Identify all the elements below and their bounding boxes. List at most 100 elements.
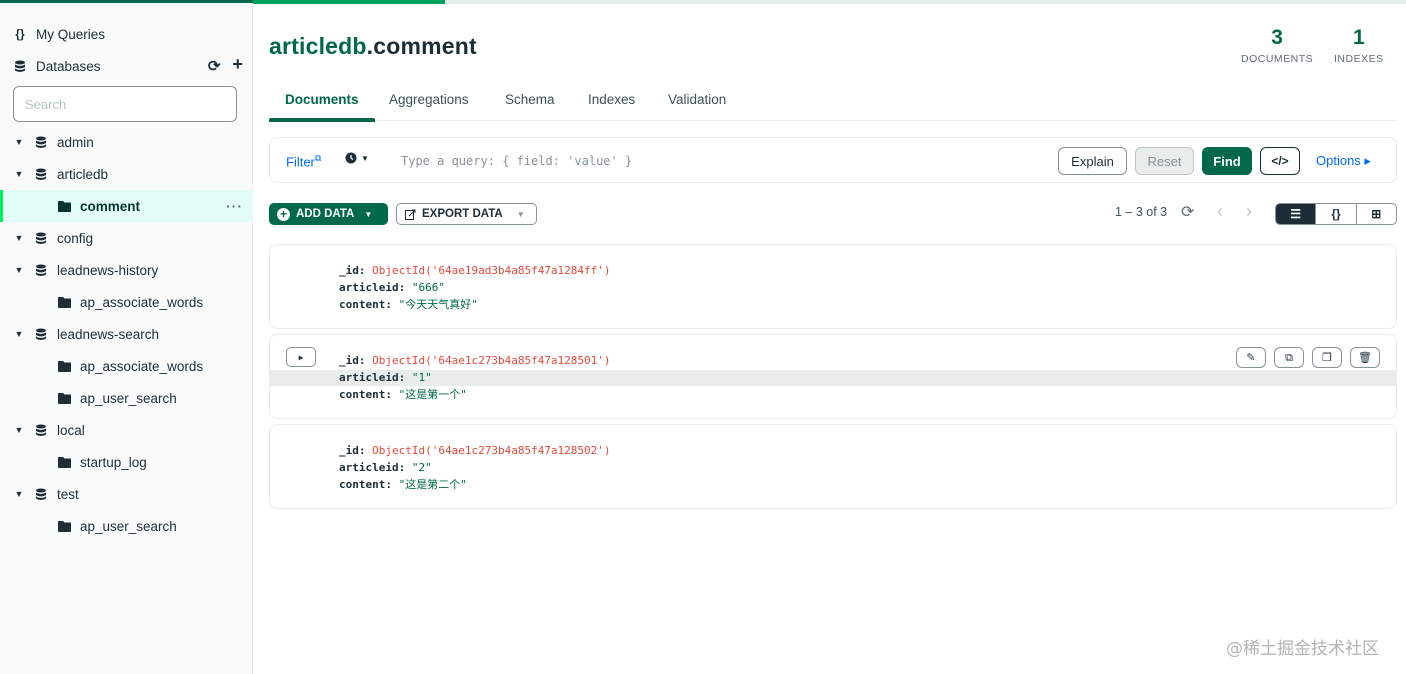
caret-down-icon[interactable]: ▼ (13, 489, 25, 499)
json-view-icon[interactable]: {} (1315, 204, 1355, 224)
documents-stat: 3 DOCUMENTS (1241, 26, 1313, 65)
document-card[interactable]: ▶ _id: ObjectId('64ae1c273b4a85f47a12850… (269, 334, 1397, 419)
tab-validation[interactable]: Validation (668, 84, 726, 121)
document-card[interactable]: _id: ObjectId('64ae1c273b4a85f47a128502'… (269, 424, 1397, 509)
table-view-icon[interactable]: ⊞ (1355, 204, 1396, 224)
caret-down-icon[interactable]: ▼ (13, 169, 25, 179)
database-icon (34, 328, 48, 341)
add-data-label: ADD DATA (296, 208, 355, 220)
documents-count: 3 (1271, 26, 1283, 49)
doc-field-id: _id: ObjectId('64ae19ad3b4a85f47a1284ff'… (339, 264, 611, 277)
doc-field-articleid: articleid: "666" (339, 281, 445, 294)
indexes-label: INDEXES (1334, 53, 1384, 65)
sidebar-collection-ap-user-search[interactable]: ap_user_search (0, 382, 253, 414)
caret-down-icon[interactable]: ▼ (13, 329, 25, 339)
databases-item[interactable]: Databases ⟳ + (0, 50, 253, 82)
code-icon[interactable]: </> (1260, 147, 1300, 175)
reset-button[interactable]: Reset (1135, 147, 1194, 175)
database-icon (34, 488, 48, 501)
query-bar: Filter⧉ ▼ Explain Reset Find </> Options… (269, 137, 1397, 183)
sidebar-db-local[interactable]: ▼ local (0, 414, 253, 446)
indexes-stat: 1 INDEXES (1334, 26, 1384, 65)
caret-down-icon[interactable]: ▼ (13, 425, 25, 435)
export-icon (405, 209, 416, 220)
sidebar-search-input[interactable] (13, 86, 237, 122)
refresh-databases-icon[interactable]: ⟳ (208, 57, 221, 75)
sidebar-db-label: config (57, 230, 94, 246)
external-link-icon: ⧉ (314, 153, 322, 163)
tab-indexes[interactable]: Indexes (588, 84, 635, 121)
caret-down-icon[interactable]: ▼ (13, 233, 25, 243)
tab-schema[interactable]: Schema (505, 84, 555, 121)
sidebar-collection-ap-associate-words[interactable]: ap_associate_words (0, 350, 253, 382)
sidebar-db-config[interactable]: ▼ config (0, 222, 253, 254)
caret-down-icon[interactable]: ▼ (13, 265, 25, 275)
sidebar-db-label: test (57, 486, 79, 502)
next-page-icon[interactable]: › (1246, 201, 1252, 222)
sidebar-db-admin[interactable]: ▼ admin (0, 126, 253, 158)
watermark: @稀土掘金技术社区 (1226, 639, 1379, 659)
braces-icon: {} (15, 27, 25, 41)
sidebar-db-label: leadnews-search (57, 326, 160, 342)
caret-down-icon[interactable]: ▼ (13, 137, 25, 147)
folder-icon (57, 200, 71, 212)
folder-icon (57, 392, 71, 404)
sidebar-collection-startup-log[interactable]: startup_log (0, 446, 253, 478)
sidebar-collection-ap-associate-words[interactable]: ap_associate_words (0, 286, 253, 318)
refresh-icon[interactable]: ⟳ (1181, 202, 1194, 222)
sidebar-collection-comment[interactable]: comment ··· (0, 190, 253, 222)
clock-icon (345, 152, 357, 164)
my-queries-item[interactable]: {} My Queries (0, 18, 253, 50)
options-link[interactable]: Options ▸ (1316, 153, 1371, 169)
sidebar-collection-label: ap_user_search (80, 518, 177, 534)
sidebar-db-articledb[interactable]: ▼ articledb (0, 158, 253, 190)
create-database-icon[interactable]: + (232, 55, 243, 75)
page-title: articledb.comment (269, 33, 477, 60)
folder-icon (57, 520, 71, 532)
sidebar-collection-label: ap_user_search (80, 390, 177, 406)
sidebar-collection-label: ap_associate_words (80, 358, 204, 374)
chevron-down-icon: ▼ (361, 153, 369, 163)
sidebar-collection-ap-user-search[interactable]: ap_user_search (0, 510, 253, 542)
expand-document-button[interactable]: ▶ (286, 347, 316, 367)
doc-field-articleid: articleid: "2" (339, 461, 432, 474)
tab-aggregations[interactable]: Aggregations (389, 84, 469, 121)
edit-icon[interactable]: ✎ (1236, 347, 1266, 368)
query-input[interactable] (401, 151, 1041, 171)
explain-button[interactable]: Explain (1058, 147, 1127, 175)
export-data-label: EXPORT DATA (422, 208, 503, 220)
export-data-button[interactable]: EXPORT DATA ▼ (396, 203, 537, 225)
sidebar-db-leadnews-search[interactable]: ▼ leadnews-search (0, 318, 253, 350)
title-database: articledb (269, 33, 367, 59)
loading-progress (253, 0, 445, 4)
my-queries-label: My Queries (36, 26, 106, 42)
database-icon (13, 60, 27, 73)
loading-bar (253, 0, 1406, 4)
doc-field-id: _id: ObjectId('64ae1c273b4a85f47a128502'… (339, 444, 611, 457)
prev-page-icon[interactable]: ‹ (1217, 201, 1223, 222)
more-options-icon[interactable]: ··· (226, 198, 243, 214)
sidebar-collection-label: startup_log (80, 454, 147, 470)
database-icon (34, 232, 48, 245)
tab-documents[interactable]: Documents (269, 84, 375, 122)
doc-field-id: _id: ObjectId('64ae1c273b4a85f47a128501'… (339, 354, 611, 367)
filter-label: Filter (286, 154, 315, 170)
sidebar-db-leadnews-history[interactable]: ▼ leadnews-history (0, 254, 253, 286)
doc-field-articleid: articleid: "1" (339, 371, 432, 384)
delete-icon[interactable]: 🗑 (1350, 347, 1380, 368)
database-icon (34, 136, 48, 149)
document-actions: ✎ ⧉ ❐ 🗑 (1236, 347, 1380, 368)
clone-icon[interactable]: ❐ (1312, 347, 1342, 368)
copy-icon[interactable]: ⧉ (1274, 347, 1304, 368)
list-view-icon[interactable]: ☰ (1276, 204, 1316, 224)
find-button[interactable]: Find (1202, 147, 1252, 175)
sidebar-accent-bar (0, 0, 253, 3)
folder-icon (57, 360, 71, 372)
plus-circle-icon: + (277, 207, 290, 221)
add-data-button[interactable]: + ADD DATA ▼ (269, 203, 388, 225)
doc-field-content: content: "这是第二个" (339, 478, 467, 491)
query-history-button[interactable]: ▼ (345, 152, 369, 164)
sidebar-db-test[interactable]: ▼ test (0, 478, 253, 510)
document-card[interactable]: _id: ObjectId('64ae19ad3b4a85f47a1284ff'… (269, 244, 1397, 329)
filter-link[interactable]: Filter⧉ (286, 153, 321, 169)
